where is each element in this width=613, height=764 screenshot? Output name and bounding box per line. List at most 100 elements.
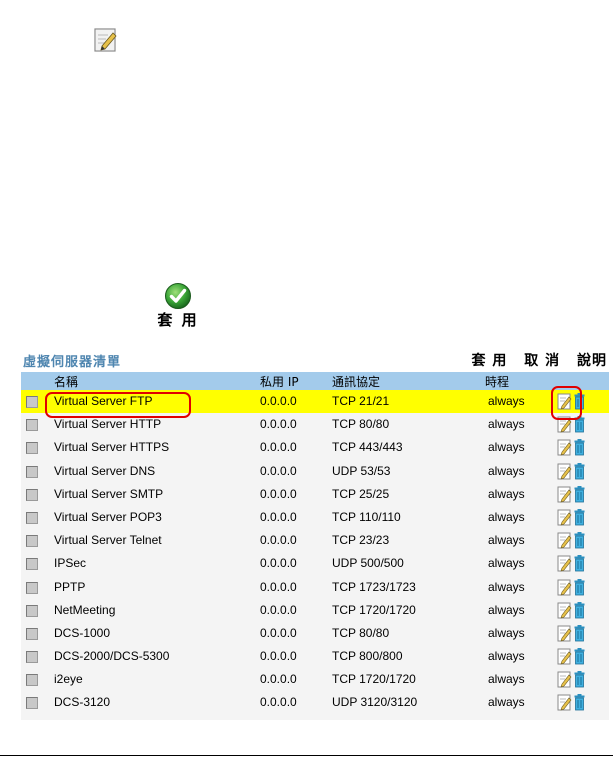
list-apply-button[interactable]: 套 用 — [472, 353, 508, 369]
column-schedule: 時程 — [485, 375, 510, 389]
trash-icon[interactable] — [574, 671, 585, 688]
edit-icon[interactable] — [93, 27, 119, 53]
row-protocol: UDP 53/53 — [332, 463, 391, 478]
row-private-ip: 0.0.0.0 — [260, 533, 297, 548]
table-row: PPTP 0.0.0.0 TCP 1723/1723 always — [21, 576, 609, 599]
edit-icon[interactable] — [557, 416, 573, 433]
row-actions — [557, 671, 585, 688]
row-name: Virtual Server POP3 — [54, 509, 162, 524]
table-row: Virtual Server POP3 0.0.0.0 TCP 110/110 alw… — [21, 506, 609, 529]
row-schedule: always — [488, 625, 525, 640]
trash-icon[interactable] — [574, 416, 585, 433]
row-schedule: always — [488, 440, 525, 455]
edit-icon[interactable] — [557, 486, 573, 503]
check-icon — [165, 283, 191, 309]
table-row: Virtual Server HTTPS 0.0.0.0 TCP 443/443 al… — [21, 436, 609, 459]
row-schedule: always — [488, 556, 525, 571]
trash-icon[interactable] — [574, 648, 585, 665]
apply-button[interactable]: 套 用 — [148, 282, 208, 329]
row-schedule: always — [488, 417, 525, 432]
edit-icon[interactable] — [557, 509, 573, 526]
row-private-ip: 0.0.0.0 — [260, 556, 297, 571]
row-protocol: TCP 80/80 — [332, 417, 390, 432]
row-checkbox[interactable] — [26, 442, 38, 455]
edit-icon[interactable] — [557, 463, 573, 480]
row-protocol: TCP 1720/1720 — [332, 672, 416, 687]
row-protocol: TCP 21/21 — [332, 394, 390, 408]
row-checkbox[interactable] — [26, 558, 38, 571]
trash-icon[interactable] — [574, 508, 585, 526]
row-protocol: TCP 1720/1720 — [332, 602, 416, 617]
row-checkbox[interactable] — [26, 581, 38, 594]
row-checkbox[interactable] — [26, 697, 38, 710]
trash-icon[interactable] — [574, 439, 585, 456]
row-actions — [557, 694, 585, 711]
row-name: DCS-3120 — [54, 695, 111, 710]
column-headers: 名稱 私用 IP 通訊協定 時程 — [21, 372, 609, 390]
table-row: IPSec 0.0.0.0 UDP 500/500 always — [21, 552, 609, 575]
trash-icon[interactable] — [574, 578, 585, 595]
row-actions — [557, 578, 585, 596]
edit-icon[interactable] — [557, 532, 573, 549]
list-cancel-button[interactable]: 取 消 — [524, 353, 560, 369]
table-row: DCS-3120 0.0.0.0 UDP 3120/3120 always — [21, 691, 609, 714]
edit-icon[interactable] — [557, 555, 573, 572]
trash-icon[interactable] — [574, 694, 585, 711]
row-name: Virtual Server HTTPS — [54, 440, 170, 455]
list-title: 虛擬伺服器清單 — [23, 355, 122, 370]
trash-icon[interactable] — [574, 555, 585, 572]
table-row: DCS-1000 0.0.0.0 TCP 80/80 always — [21, 622, 609, 645]
table-row: Virtual Server HTTP 0.0.0.0 TCP 80/80 alway… — [21, 413, 609, 436]
row-checkbox[interactable] — [26, 465, 38, 478]
edit-icon[interactable] — [557, 439, 573, 456]
row-checkbox[interactable] — [26, 419, 38, 432]
list-help-button[interactable]: 說明 — [577, 353, 607, 369]
trash-icon[interactable] — [574, 485, 585, 503]
table-row: Virtual Server SMTP 0.0.0.0 TCP 25/25 alway… — [21, 483, 609, 506]
table-row: DCS-2000/DCS-5300 0.0.0.0 TCP 800/800 alway… — [21, 645, 609, 668]
row-private-ip: 0.0.0.0 — [260, 417, 297, 432]
table-row: Virtual Server DNS 0.0.0.0 UDP 53/53 always — [21, 460, 609, 483]
row-actions — [557, 648, 585, 665]
row-checkbox[interactable] — [26, 674, 38, 687]
trash-icon[interactable] — [574, 393, 585, 410]
edit-icon[interactable] — [557, 393, 573, 410]
row-actions — [557, 532, 585, 549]
row-checkbox[interactable] — [26, 651, 38, 664]
edit-icon[interactable] — [557, 602, 573, 619]
row-private-ip: 0.0.0.0 — [260, 463, 297, 478]
trash-icon[interactable] — [574, 462, 585, 479]
row-actions — [557, 624, 585, 642]
table-row: i2eye 0.0.0.0 TCP 1720/1720 always — [21, 668, 609, 691]
row-actions — [557, 393, 585, 410]
trash-icon[interactable] — [574, 601, 585, 619]
page-divider — [0, 755, 613, 756]
edit-icon[interactable] — [557, 694, 573, 711]
row-protocol: TCP 80/80 — [332, 625, 390, 640]
edit-icon[interactable] — [557, 648, 573, 665]
row-checkbox[interactable] — [26, 396, 38, 408]
row-checkbox[interactable] — [26, 488, 38, 501]
row-private-ip: 0.0.0.0 — [260, 486, 297, 501]
trash-icon[interactable] — [574, 624, 585, 642]
row-private-ip: 0.0.0.0 — [260, 672, 297, 687]
edit-icon[interactable] — [557, 671, 573, 688]
row-name: Virtual Server SMTP — [54, 486, 164, 501]
row-protocol: TCP 25/25 — [332, 486, 390, 501]
row-protocol: TCP 23/23 — [332, 533, 390, 548]
row-schedule: always — [488, 695, 525, 710]
row-name: IPSec — [54, 556, 87, 571]
row-checkbox[interactable] — [26, 511, 38, 524]
edit-icon[interactable] — [557, 579, 573, 595]
row-private-ip: 0.0.0.0 — [260, 649, 297, 664]
row-protocol: UDP 500/500 — [332, 556, 404, 571]
row-schedule: always — [488, 394, 525, 408]
row-checkbox[interactable] — [26, 535, 38, 548]
row-schedule: always — [488, 579, 525, 594]
row-checkbox[interactable] — [26, 604, 38, 617]
trash-icon[interactable] — [574, 532, 585, 549]
row-name: DCS-1000 — [54, 625, 111, 640]
row-name: DCS-2000/DCS-5300 — [54, 649, 170, 664]
edit-icon[interactable] — [557, 625, 573, 642]
row-checkbox[interactable] — [26, 627, 38, 640]
